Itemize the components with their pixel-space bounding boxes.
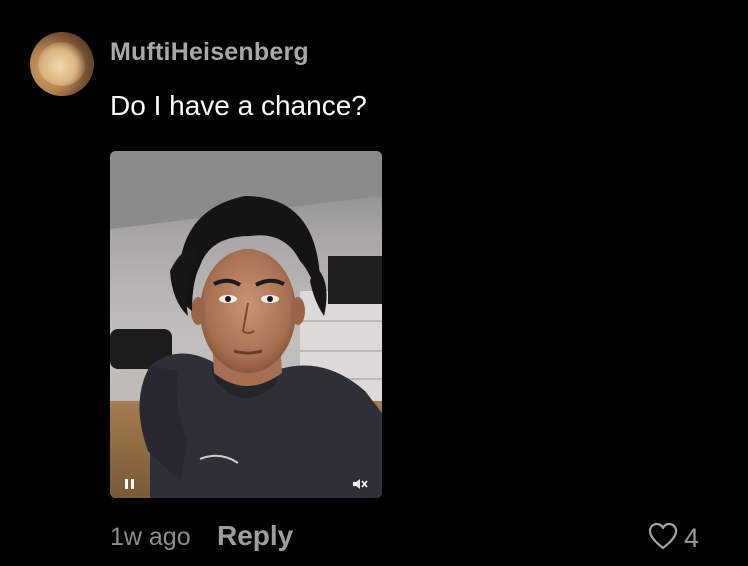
video-attachment[interactable] [110, 151, 382, 498]
reply-button[interactable]: Reply [217, 520, 293, 552]
like-count: 4 [684, 522, 700, 553]
video-frame [110, 151, 382, 498]
comment-item: MuftiHeisenberg Do I have a chance? 1w a… [0, 0, 748, 566]
avatar[interactable] [30, 32, 94, 96]
comment-text: Do I have a chance? [110, 90, 367, 121]
like-button[interactable]: 4 [648, 522, 699, 554]
heart-outline-icon [648, 522, 678, 555]
avatar-image [38, 42, 86, 86]
username[interactable]: MuftiHeisenberg [110, 38, 309, 67]
comment-timestamp: 1w ago [110, 523, 191, 551]
